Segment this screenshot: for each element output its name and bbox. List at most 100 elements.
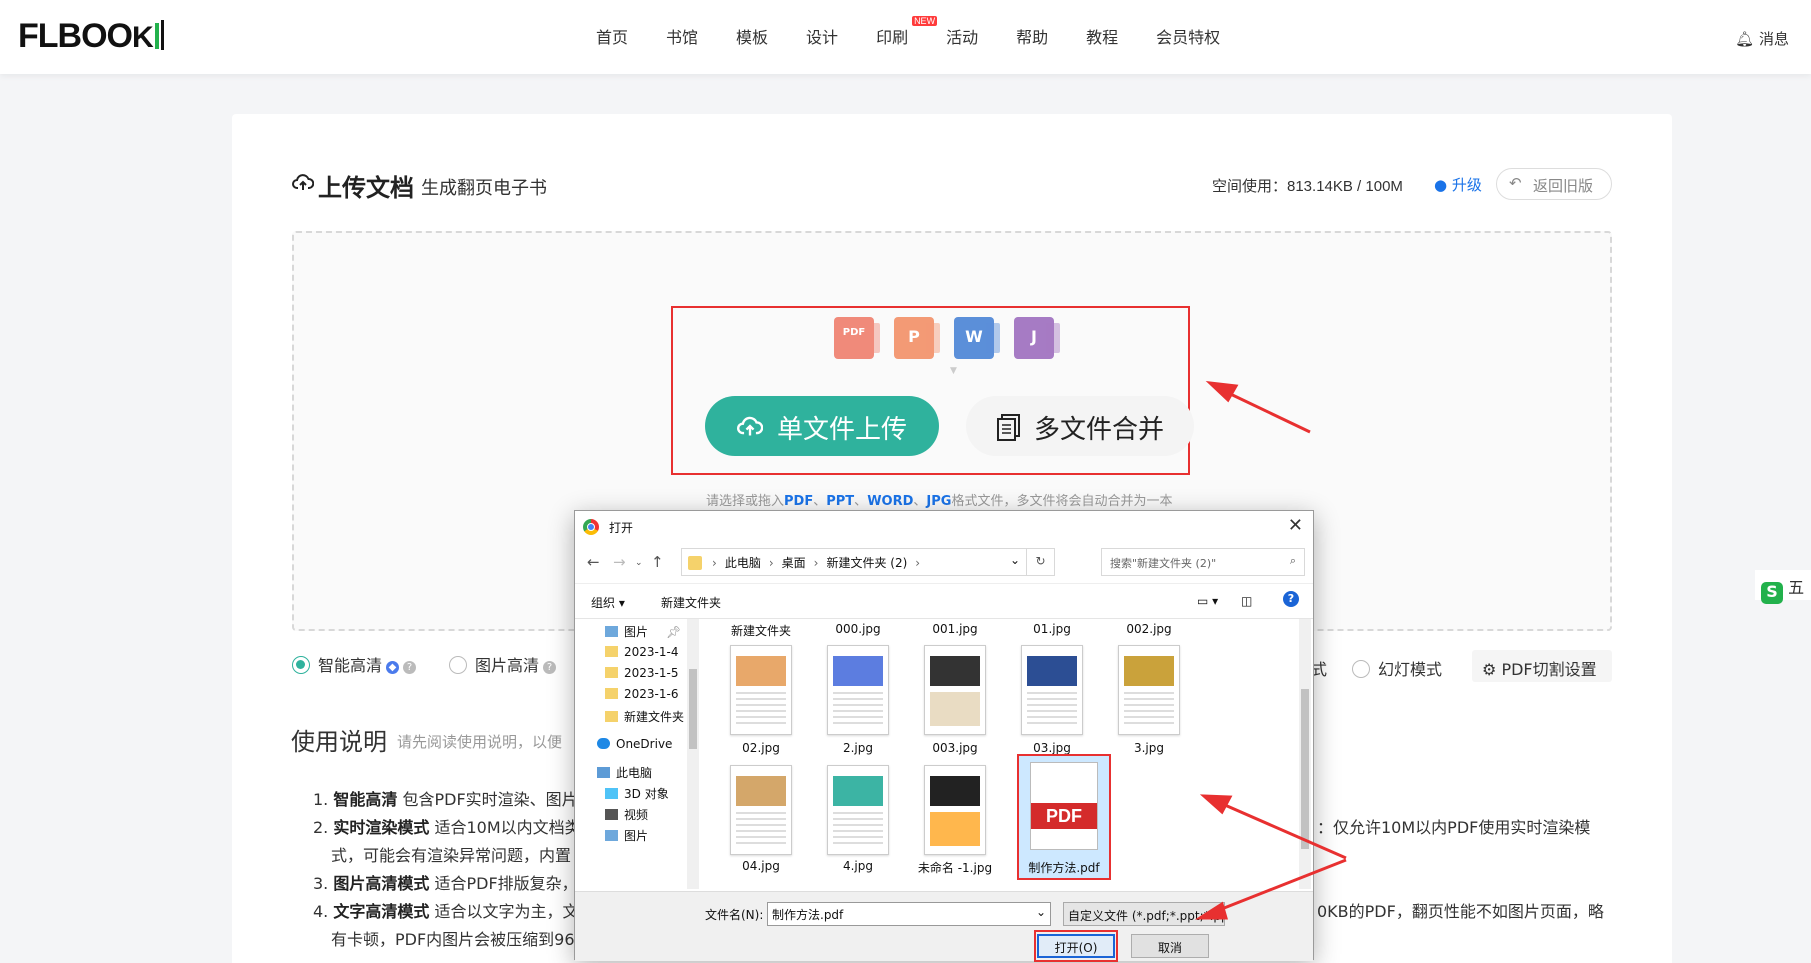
mode-image-hd[interactable]: 图片高清? xyxy=(449,652,557,676)
nav-tutorial[interactable]: 教程 xyxy=(1086,24,1118,48)
file-label[interactable]: 002.jpg xyxy=(1103,622,1195,636)
tree-item-folder[interactable]: 2023-1-5 xyxy=(605,666,678,680)
new-folder-button[interactable]: 新建文件夹 xyxy=(661,594,721,611)
recent-chevron-icon[interactable]: ⌄ xyxy=(635,558,643,568)
guide-text: 适合10M以内文档类 xyxy=(434,818,581,837)
pictures-icon xyxy=(605,626,618,637)
tree-item-this-pc[interactable]: 此电脑 xyxy=(597,764,652,781)
mode-smart-hd[interactable]: 智能高清 ◆? xyxy=(292,652,417,676)
mode-image-hd-label: 图片高清 xyxy=(475,656,540,675)
image-thumbnail[interactable] xyxy=(924,765,986,855)
help-icon[interactable]: ? xyxy=(1283,591,1299,607)
sogou-icon: S xyxy=(1761,582,1783,604)
file-label[interactable]: 3.jpg xyxy=(1103,741,1195,755)
cancel-button[interactable]: 取消 xyxy=(1131,934,1209,958)
file-label[interactable]: 未命名 -1.jpg xyxy=(909,859,1001,876)
selected-file-label[interactable]: 制作方法.pdf xyxy=(1018,859,1110,876)
tree-item-folder[interactable]: 2023-1-4 xyxy=(605,645,678,659)
search-input[interactable]: 搜索"新建文件夹 (2)" ⌕ xyxy=(1101,548,1305,576)
return-old-version-button[interactable]: ↶ 返回旧版 xyxy=(1496,168,1612,200)
file-label[interactable]: 02.jpg xyxy=(715,741,807,755)
file-label[interactable]: 新建文件夹 xyxy=(715,622,807,639)
upgrade-link[interactable]: ● 升级 xyxy=(1434,174,1482,195)
pdf-cut-settings-button[interactable]: ⚙ PDF切割设置 xyxy=(1472,650,1612,682)
image-thumbnail[interactable] xyxy=(827,645,889,735)
nav-templates[interactable]: 模板 xyxy=(736,24,768,48)
multi-file-merge-button[interactable]: 多文件合并 xyxy=(966,396,1194,456)
up-icon[interactable]: ↑ xyxy=(651,553,664,571)
nav-events[interactable]: 活动 xyxy=(946,24,978,48)
videos-icon xyxy=(605,809,618,820)
path-this-pc[interactable]: 此电脑 xyxy=(725,556,761,570)
chevron-down-icon: ▼ xyxy=(950,366,957,376)
image-thumbnail[interactable] xyxy=(730,645,792,735)
address-bar[interactable]: › 此电脑 › 桌面 › 新建文件夹 (2) › ⌄ xyxy=(681,548,1027,576)
help-icon[interactable]: ? xyxy=(543,661,557,674)
image-thumbnail[interactable] xyxy=(730,765,792,855)
tree-item-videos[interactable]: 视频 xyxy=(605,806,648,823)
path-desktop[interactable]: 桌面 xyxy=(782,556,806,570)
nav-library[interactable]: 书馆 xyxy=(666,24,698,48)
nav-help[interactable]: 帮助 xyxy=(1016,24,1048,48)
forward-icon[interactable]: → xyxy=(613,553,626,571)
tree-item-onedrive[interactable]: OneDrive xyxy=(597,737,672,751)
file-label[interactable]: 001.jpg xyxy=(909,622,1001,636)
hint-format-jpg: JPG xyxy=(926,494,952,509)
view-menu-icon[interactable]: ▭ ▾ xyxy=(1197,594,1218,608)
folder-icon xyxy=(605,711,618,722)
file-label[interactable]: 003.jpg xyxy=(909,741,1001,755)
image-thumbnail[interactable] xyxy=(1118,645,1180,735)
upgrade-label: 升级 xyxy=(1451,176,1482,194)
tree-item-pictures[interactable]: 图片 📌︎ xyxy=(605,623,681,640)
ppt-file-icon: P xyxy=(894,317,940,359)
tree-item-3d[interactable]: 3D 对象 xyxy=(605,785,669,802)
word-file-icon: W xyxy=(954,317,1000,359)
3d-objects-icon xyxy=(605,788,618,799)
image-thumbnail[interactable] xyxy=(827,765,889,855)
file-label[interactable]: 04.jpg xyxy=(715,859,807,873)
folder-icon xyxy=(605,646,618,657)
tree-scrollbar[interactable] xyxy=(687,619,699,889)
file-label[interactable]: 000.jpg xyxy=(812,622,904,636)
scroll-thumb[interactable] xyxy=(1301,689,1309,849)
files-scrollbar[interactable] xyxy=(1299,619,1311,889)
preview-pane-icon[interactable]: ◫ xyxy=(1241,594,1252,608)
nav-design[interactable]: 设计 xyxy=(806,24,838,48)
filename-input[interactable]: 制作方法.pdf ⌄ xyxy=(767,902,1051,926)
dialog-title: 打开 xyxy=(609,521,634,535)
file-type-select[interactable]: 自定义文件 (*.pdf;*.ppt;*.ppt xyxy=(1063,902,1225,926)
computer-icon xyxy=(597,767,610,778)
dropdown-chevron-icon[interactable]: ⌄ xyxy=(1036,905,1046,919)
side-widget[interactable]: S 五 xyxy=(1755,570,1811,604)
file-label[interactable]: 2.jpg xyxy=(812,741,904,755)
image-thumbnail[interactable] xyxy=(1021,645,1083,735)
file-label[interactable]: 03.jpg xyxy=(1006,741,1098,755)
flbook-logo[interactable]: FLBOOK xyxy=(18,17,164,56)
file-label[interactable]: 01.jpg xyxy=(1006,622,1098,636)
tree-item-folder[interactable]: 新建文件夹 (2 xyxy=(605,708,700,725)
help-icon[interactable]: ? xyxy=(403,661,417,674)
nav-vip[interactable]: 会员特权 xyxy=(1156,24,1220,48)
path-folder[interactable]: 新建文件夹 (2) xyxy=(826,556,907,570)
tree-item-pictures2[interactable]: 图片 xyxy=(605,827,648,844)
single-file-upload-button[interactable]: 单文件上传 xyxy=(705,396,939,456)
old-version-label: 返回旧版 xyxy=(1533,177,1594,195)
close-icon[interactable]: ✕ xyxy=(1288,515,1303,536)
nav-home[interactable]: 首页 xyxy=(596,24,628,48)
back-icon[interactable]: ← xyxy=(587,553,600,571)
onedrive-icon xyxy=(597,738,610,749)
mode-slideshow[interactable]: 幻灯模式 xyxy=(1352,656,1442,680)
nav-print[interactable]: 印刷 NEW xyxy=(876,16,938,48)
organize-menu[interactable]: 组织 ▾ xyxy=(591,594,625,611)
documents-icon xyxy=(997,414,1020,441)
tree-item-folder[interactable]: 2023-1-6 xyxy=(605,687,678,701)
dropdown-chevron-icon[interactable]: ⌄ xyxy=(1010,553,1020,567)
refresh-button[interactable]: ↻ xyxy=(1027,548,1055,576)
image-thumbnail[interactable] xyxy=(924,645,986,735)
pictures-icon xyxy=(605,830,618,841)
pdf-document-icon: PDF xyxy=(1030,762,1098,850)
scroll-thumb[interactable] xyxy=(689,669,697,749)
dialog-titlebar: 打开 ✕ xyxy=(575,511,1313,543)
messages-link[interactable]: 🔔︎ 消息 xyxy=(1735,28,1789,49)
file-label[interactable]: 4.jpg xyxy=(812,859,904,873)
